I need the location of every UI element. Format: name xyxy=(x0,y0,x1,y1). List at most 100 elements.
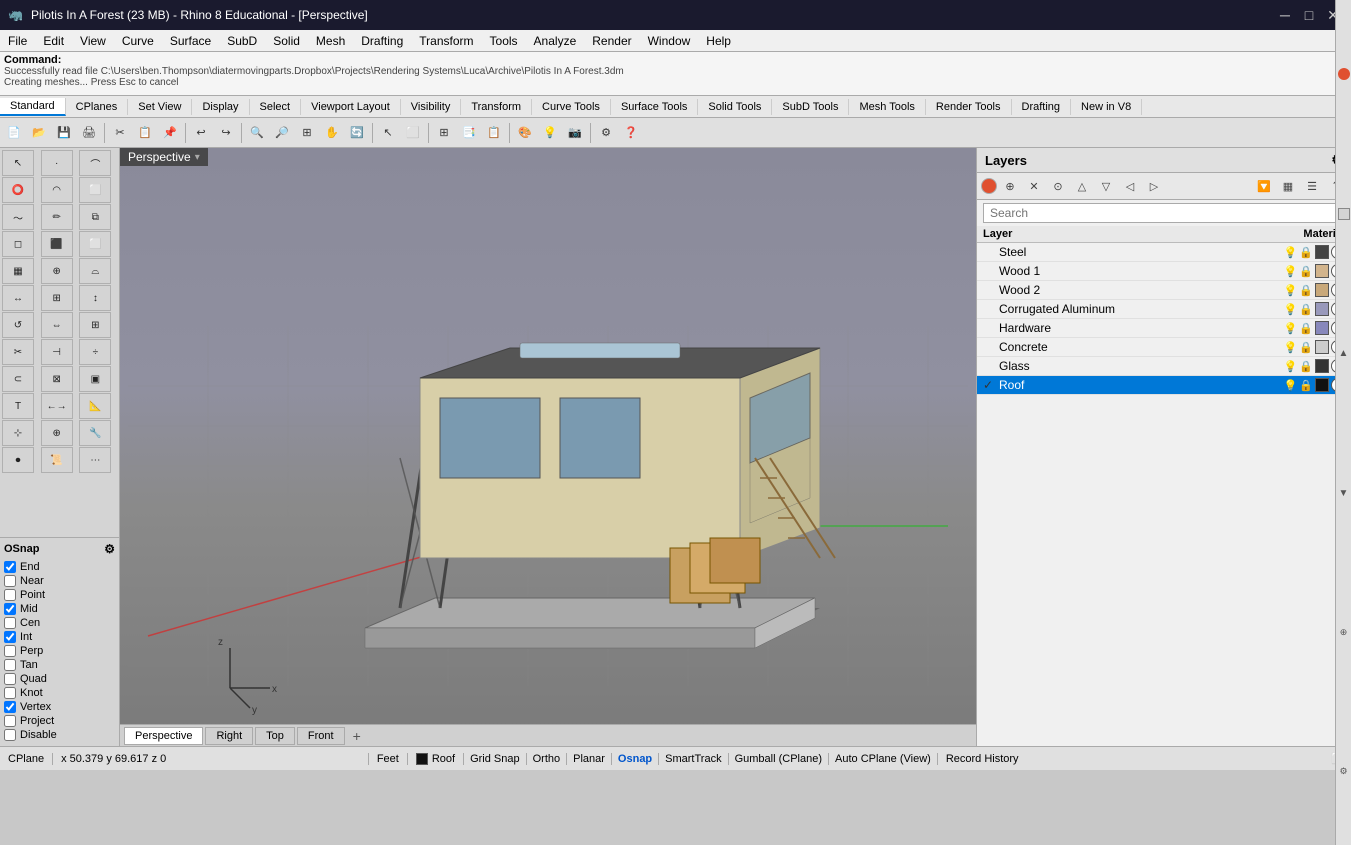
menu-item-surface[interactable]: Surface xyxy=(162,32,219,50)
auto-cplane-toggle[interactable]: Auto CPlane (View) xyxy=(829,753,938,765)
redo-icon[interactable]: ↪ xyxy=(214,121,238,145)
layer-row[interactable]: Glass💡🔒 xyxy=(977,357,1351,376)
undo-icon[interactable]: ↩ xyxy=(189,121,213,145)
tab-new-in-v8[interactable]: New in V8 xyxy=(1071,99,1142,115)
solid-tool[interactable]: ⬜ xyxy=(79,231,111,257)
layer-color-swatch[interactable] xyxy=(1315,340,1329,354)
curve-tool[interactable]: 〜 xyxy=(2,204,34,230)
copy-tool[interactable]: ⊞ xyxy=(41,285,73,311)
layer-bulb-icon[interactable]: 💡 xyxy=(1284,379,1298,392)
osnap-cen[interactable]: Cen xyxy=(4,616,115,630)
layer-bulb-icon[interactable]: 💡 xyxy=(1284,246,1298,259)
layer-duplicate-btn[interactable]: ⊙ xyxy=(1047,176,1069,196)
move-tool[interactable]: ↔ xyxy=(2,285,34,311)
tab-subd-tools[interactable]: SubD Tools xyxy=(772,99,849,115)
osnap-toggle[interactable]: Osnap xyxy=(612,753,659,765)
osnap-checkbox-vertex[interactable] xyxy=(4,701,16,713)
misc-tool[interactable]: ⋯ xyxy=(79,447,111,473)
layer-color-swatch[interactable] xyxy=(1315,321,1329,335)
layer-right-btn[interactable]: ▷ xyxy=(1143,176,1165,196)
color-strip-settings[interactable]: ⚙ xyxy=(1339,766,1347,777)
grid-snap-toggle[interactable]: Grid Snap xyxy=(464,753,527,765)
list-view-icon[interactable]: ☰ xyxy=(1301,176,1323,196)
zoom-out-icon[interactable]: 🔎 xyxy=(270,121,294,145)
layer-search-input[interactable] xyxy=(983,203,1345,223)
osnap-checkbox-knot[interactable] xyxy=(4,687,16,699)
osnap-quad[interactable]: Quad xyxy=(4,672,115,686)
mirror-tool[interactable]: ⇔ xyxy=(41,312,73,338)
grid-icon[interactable]: ⊞ xyxy=(432,121,456,145)
layer-row[interactable]: Corrugated Aluminum💡🔒 xyxy=(977,300,1351,319)
layer-check-roof[interactable]: ✓ xyxy=(983,378,999,392)
split-tool[interactable]: ÷ xyxy=(79,339,111,365)
surface-tool[interactable]: ◻ xyxy=(2,231,34,257)
ortho-toggle[interactable]: Ortho xyxy=(527,753,568,765)
osnap-checkbox-disable[interactable] xyxy=(4,729,16,741)
menu-item-tools[interactable]: Tools xyxy=(482,32,526,50)
text-tool[interactable]: T xyxy=(2,393,34,419)
extrude-tool[interactable]: ⬛ xyxy=(41,231,73,257)
layer-color-swatch[interactable] xyxy=(1315,302,1329,316)
color-strip-gray[interactable] xyxy=(1338,208,1350,220)
trim-tool[interactable]: ✂ xyxy=(2,339,34,365)
tab-standard[interactable]: Standard xyxy=(0,98,66,116)
script-tool[interactable]: 📜 xyxy=(41,447,73,473)
hatch-tool[interactable]: ⧉ xyxy=(79,204,111,230)
viewport-add-button[interactable]: + xyxy=(347,726,367,746)
layer-up-btn[interactable]: △ xyxy=(1071,176,1093,196)
titlebar-controls[interactable]: ─ □ ✕ xyxy=(1275,5,1343,25)
layer-icon[interactable]: 📑 xyxy=(457,121,481,145)
menu-item-subd[interactable]: SubD xyxy=(219,32,265,50)
menu-item-render[interactable]: Render xyxy=(584,32,639,50)
scale-tool[interactable]: ↕ xyxy=(79,285,111,311)
filter-icon[interactable]: 🔽 xyxy=(1253,176,1275,196)
tab-solid-tools[interactable]: Solid Tools xyxy=(698,99,772,115)
menu-item-solid[interactable]: Solid xyxy=(265,32,308,50)
tab-select[interactable]: Select xyxy=(250,99,302,115)
menu-item-drafting[interactable]: Drafting xyxy=(353,32,411,50)
layer-lock-icon[interactable]: 🔒 xyxy=(1299,322,1313,335)
menu-item-file[interactable]: File xyxy=(0,32,35,50)
menu-item-window[interactable]: Window xyxy=(640,32,699,50)
layer-bulb-icon[interactable]: 💡 xyxy=(1284,360,1298,373)
osnap-end[interactable]: End xyxy=(4,560,115,574)
zoom-ext-icon[interactable]: ⊞ xyxy=(295,121,319,145)
freeform-tool[interactable]: ✏ xyxy=(41,204,73,230)
osnap-point[interactable]: Point xyxy=(4,588,115,602)
layer-bulb-icon[interactable]: 💡 xyxy=(1284,284,1298,297)
new-file-icon[interactable]: 📄 xyxy=(2,121,26,145)
layer-lock-icon[interactable]: 🔒 xyxy=(1299,303,1313,316)
settings-icon[interactable]: ⚙ xyxy=(594,121,618,145)
tab-viewport-layout[interactable]: Viewport Layout xyxy=(301,99,401,115)
osnap-perp[interactable]: Perp xyxy=(4,644,115,658)
tab-surface-tools[interactable]: Surface Tools xyxy=(611,99,698,115)
planar-toggle[interactable]: Planar xyxy=(567,753,612,765)
menu-item-help[interactable]: Help xyxy=(698,32,739,50)
tab-curve-tools[interactable]: Curve Tools xyxy=(532,99,611,115)
array-tool[interactable]: ⊞ xyxy=(79,312,111,338)
layer-bulb-icon[interactable]: 💡 xyxy=(1284,322,1298,335)
pan-icon[interactable]: ✋ xyxy=(320,121,344,145)
viewport-tab-front[interactable]: Front xyxy=(297,727,345,745)
record-tool[interactable]: ⏺ xyxy=(2,447,34,473)
analyze-tool[interactable]: 📐 xyxy=(79,393,111,419)
viewport-dropdown[interactable]: ▾ xyxy=(195,152,200,163)
print-icon[interactable]: 🖨 xyxy=(77,121,101,145)
color-strip-top[interactable]: ▲ xyxy=(1339,348,1349,359)
help-icon[interactable]: ❓ xyxy=(619,121,643,145)
osnap-checkbox-tan[interactable] xyxy=(4,659,16,671)
layer-color-swatch[interactable] xyxy=(1315,378,1329,392)
viewport-tab-top[interactable]: Top xyxy=(255,727,295,745)
menu-item-analyze[interactable]: Analyze xyxy=(526,32,585,50)
osnap-knot[interactable]: Knot xyxy=(4,686,115,700)
light-icon[interactable]: 💡 xyxy=(538,121,562,145)
color-strip-bottom[interactable]: ▼ xyxy=(1339,488,1349,499)
osnap-disable[interactable]: Disable xyxy=(4,728,115,742)
smart-track-toggle[interactable]: SmartTrack xyxy=(659,753,728,765)
menu-item-curve[interactable]: Curve xyxy=(114,32,162,50)
polyline-tool[interactable]: ⌒ xyxy=(79,150,111,176)
layer-delete-btn[interactable]: ✕ xyxy=(1023,176,1045,196)
layer-bulb-icon[interactable]: 💡 xyxy=(1284,341,1298,354)
menu-item-transform[interactable]: Transform xyxy=(411,32,481,50)
rect-tool[interactable]: ⬜ xyxy=(79,177,111,203)
